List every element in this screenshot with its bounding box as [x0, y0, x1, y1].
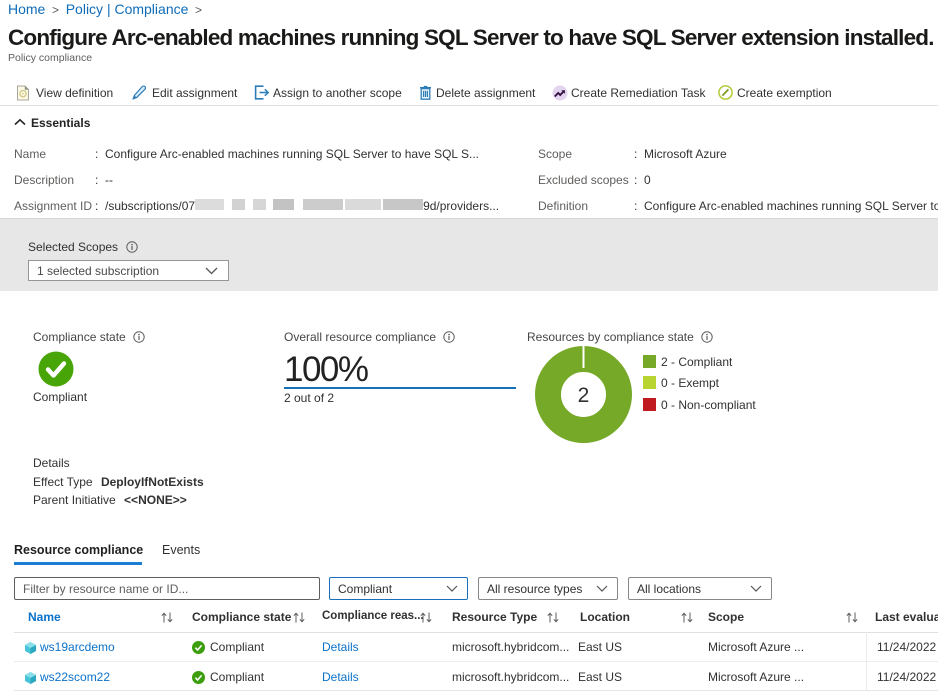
svg-text:2: 2 [578, 384, 590, 407]
